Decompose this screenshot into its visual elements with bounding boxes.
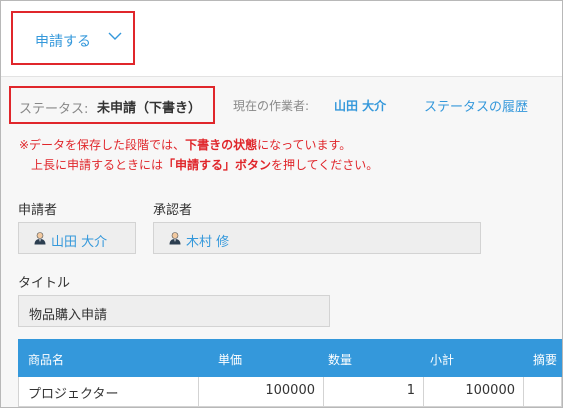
table-row: プロジェクター 100000 1 100000 xyxy=(18,377,562,407)
title-field: 物品購入申請 xyxy=(18,295,330,327)
status-indicator: ステータス: 未申請（下書き） xyxy=(9,86,215,124)
draft-notice: ※データを保存した段階では、下書きの状態になっています。 上長に申請するときには… xyxy=(19,135,378,175)
user-avatar-icon xyxy=(34,232,46,245)
title-field-label: タイトル xyxy=(18,276,71,291)
column-header-quantity: 数量 xyxy=(328,353,353,367)
status-value: 未申請（下書き） xyxy=(97,101,202,116)
approver-field: 木村 修 xyxy=(153,222,481,254)
notice-emphasis-draft: 下書きの状態 xyxy=(185,138,258,152)
apply-dropdown-button[interactable]: 申請する xyxy=(11,11,135,65)
notice-emphasis-button: 「申請する」ボタン xyxy=(163,158,272,172)
top-toolbar: 申請する xyxy=(1,1,562,77)
cell-unit-price: 100000 xyxy=(199,377,324,406)
applicant-name-link[interactable]: 山田 大介 xyxy=(51,231,107,250)
column-header-unit-price: 単価 xyxy=(218,353,243,367)
cell-quantity: 1 xyxy=(324,377,424,406)
applicant-field-label: 申請者 xyxy=(18,203,58,218)
chevron-down-icon xyxy=(108,32,122,40)
apply-button-label: 申請する xyxy=(35,34,91,50)
title-field-value: 物品購入申請 xyxy=(29,308,108,323)
user-avatar-icon xyxy=(169,232,181,245)
items-table-header: 商品名 単価 数量 小計 摘要 xyxy=(18,339,562,377)
applicant-field: 山田 大介 xyxy=(18,222,136,254)
status-history-link[interactable]: ステータスの履歴 xyxy=(424,96,528,115)
column-header-remarks: 摘要 xyxy=(533,353,558,367)
notice-line-2: 上長に申請するときには「申請する」ボタンを押してください。 xyxy=(31,158,379,172)
cell-remarks xyxy=(524,377,563,406)
approver-name-link[interactable]: 木村 修 xyxy=(186,231,229,250)
cell-product: プロジェクター xyxy=(19,377,199,406)
cell-subtotal: 100000 xyxy=(424,377,524,406)
status-label: ステータス: xyxy=(19,102,89,117)
column-header-subtotal: 小計 xyxy=(430,353,455,367)
current-worker-label: 現在の作業者: xyxy=(233,99,310,113)
column-header-product: 商品名 xyxy=(28,353,65,367)
record-content: ステータス: 未申請（下書き） 現在の作業者: 山田 大介 ステータスの履歴 ※… xyxy=(1,77,562,407)
approver-field-label: 承認者 xyxy=(153,203,193,218)
current-worker-name[interactable]: 山田 大介 xyxy=(334,97,386,114)
notice-line-1: ※データを保存した段階では、下書きの状態になっています。 xyxy=(19,138,352,152)
